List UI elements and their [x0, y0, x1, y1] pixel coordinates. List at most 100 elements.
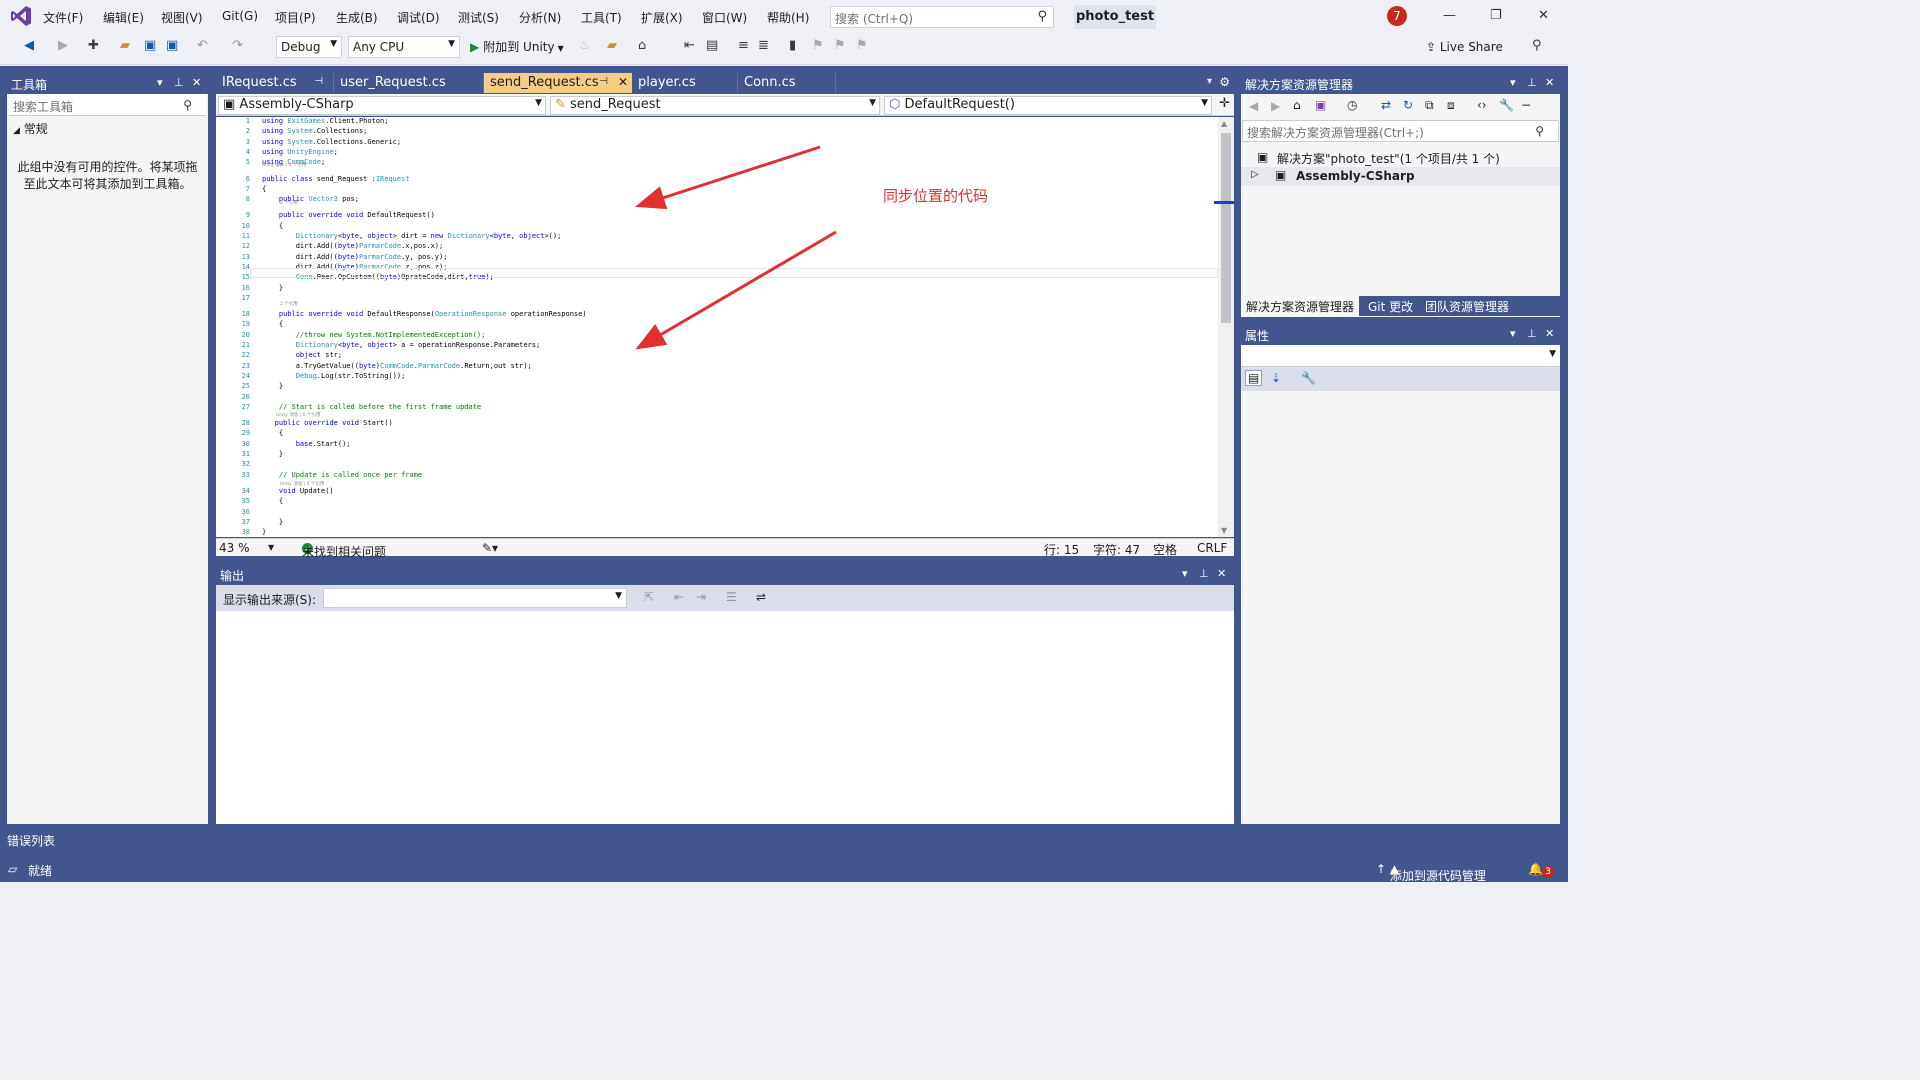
- close-icon[interactable]: ✕: [192, 76, 201, 89]
- live-share-button[interactable]: ⇪ Live Share: [1426, 40, 1503, 54]
- menu-view[interactable]: 视图(V): [161, 9, 203, 26]
- pin-icon[interactable]: ⊥: [1527, 327, 1537, 340]
- pin-icon[interactable]: ⊣: [314, 76, 323, 87]
- scroll-up-icon[interactable]: ▲: [1221, 119, 1227, 128]
- editor-vertical-scrollbar[interactable]: ▲ ▼: [1214, 117, 1234, 537]
- categorized-icon[interactable]: ▤: [1245, 370, 1263, 386]
- tab-conn[interactable]: Conn.cs: [738, 73, 836, 93]
- dropdown-icon[interactable]: ▾: [1182, 567, 1188, 580]
- toolbox-group-general[interactable]: ◢ 常规: [7, 116, 208, 141]
- tab-team-explorer[interactable]: 团队资源管理器: [1420, 296, 1514, 316]
- restore-icon[interactable]: ❐: [1490, 8, 1502, 23]
- chevron-down-icon[interactable]: ▼: [268, 543, 274, 552]
- pin-icon[interactable]: ⊣: [599, 76, 608, 87]
- menu-project[interactable]: 项目(P): [275, 9, 316, 26]
- undo-icon[interactable]: ↶: [197, 38, 208, 53]
- refresh-icon[interactable]: ↻: [1403, 98, 1413, 112]
- alphabetical-icon[interactable]: ⇣: [1271, 371, 1281, 385]
- close-icon[interactable]: ✕: [1545, 76, 1554, 89]
- tab-player[interactable]: player.cs: [632, 73, 738, 93]
- feedback-icon[interactable]: ⚲: [1532, 38, 1542, 53]
- scrollbar-thumb[interactable]: [1221, 133, 1231, 323]
- menu-git[interactable]: Git(G): [222, 9, 258, 23]
- preview-icon[interactable]: −: [1521, 98, 1531, 112]
- notification-bell-icon[interactable]: 🔔: [1528, 862, 1543, 876]
- scroll-down-icon[interactable]: ▼: [1221, 526, 1227, 535]
- switch-views-icon[interactable]: ▣: [1315, 98, 1326, 112]
- close-icon[interactable]: ✕: [1217, 567, 1226, 580]
- menu-debug[interactable]: 调试(D): [397, 9, 440, 26]
- expand-icon[interactable]: ▷: [1251, 169, 1259, 180]
- save-icon[interactable]: ▣: [144, 38, 156, 53]
- line-indicator[interactable]: 行: 15: [1044, 541, 1079, 558]
- split-editor-icon[interactable]: ✛: [1219, 96, 1230, 111]
- dropdown-icon[interactable]: ▾: [1510, 76, 1516, 89]
- clear-all-icon[interactable]: ☰: [726, 590, 737, 604]
- tree-solution-node[interactable]: ▣ 解决方案"photo_test"(1 个项目/共 1 个): [1241, 148, 1560, 167]
- dropdown-icon[interactable]: ▾: [157, 76, 163, 89]
- prev-bookmark-icon[interactable]: ⚑: [812, 38, 824, 53]
- menu-edit[interactable]: 编辑(E): [103, 9, 144, 26]
- dropdown-icon[interactable]: ▾: [1510, 327, 1516, 340]
- tab-git-changes[interactable]: Git 更改: [1363, 296, 1418, 316]
- tab-solution-explorer[interactable]: 解决方案资源管理器: [1241, 296, 1360, 316]
- save-all-icon[interactable]: ▣: [166, 38, 178, 53]
- menu-window[interactable]: 窗口(W): [702, 9, 747, 26]
- sync-icon[interactable]: ⇄: [1381, 98, 1391, 112]
- menu-help[interactable]: 帮助(H): [767, 9, 809, 26]
- outdent-icon[interactable]: ≣: [758, 38, 769, 53]
- output-source-select[interactable]: ▼: [323, 588, 627, 608]
- close-icon[interactable]: ✕: [618, 75, 628, 89]
- properties-icon[interactable]: 🔧: [1499, 98, 1514, 112]
- prev-message-icon[interactable]: ⇤: [674, 590, 684, 604]
- account-notification-badge[interactable]: 7: [1387, 6, 1407, 26]
- platform-select[interactable]: Any CPU ▼: [348, 36, 460, 58]
- hot-reload-icon[interactable]: ♨: [579, 38, 591, 53]
- layout-icon[interactable]: ▤: [706, 38, 718, 53]
- menu-analyze[interactable]: 分析(N): [519, 9, 561, 26]
- properties-object-select[interactable]: ▼: [1241, 345, 1560, 367]
- member-dropdown[interactable]: ⬡ DefaultRequest() ▼: [884, 96, 1212, 115]
- close-icon[interactable]: ✕: [1538, 8, 1549, 23]
- tree-project-node[interactable]: ▷ ▣ Assembly-CSharp: [1241, 167, 1560, 186]
- pin-icon[interactable]: ⊥: [1199, 567, 1209, 580]
- add-source-control-button[interactable]: ↑ 添加到源代码管理 ▲: [1376, 862, 1486, 883]
- line-ending-indicator[interactable]: CRLF: [1197, 541, 1227, 555]
- tab-user-request[interactable]: user_Request.cs: [334, 73, 484, 93]
- bookmark-icon[interactable]: ▮: [789, 38, 796, 53]
- tab-irequest[interactable]: IRequest.cs ⊣: [216, 73, 334, 93]
- home-icon[interactable]: ⌂: [1293, 98, 1301, 112]
- settings-icon[interactable]: ⚙: [1219, 75, 1230, 89]
- clear-bookmarks-icon[interactable]: ⚑: [856, 38, 868, 53]
- word-wrap-icon[interactable]: ⇌: [756, 590, 766, 604]
- error-list-tab[interactable]: 错误列表: [0, 829, 1568, 851]
- back-icon[interactable]: ◀: [24, 38, 34, 53]
- vs-logo-icon[interactable]: [10, 5, 32, 30]
- output-text-area[interactable]: [216, 611, 1234, 824]
- next-message-icon[interactable]: ⇥: [696, 590, 706, 604]
- spacing-indicator[interactable]: 空格: [1153, 541, 1177, 558]
- attach-unity-button[interactable]: ▶ 附加到 Unity ▼: [470, 38, 564, 55]
- tab-send-request[interactable]: send_Request.cs ⊣ ✕: [484, 73, 632, 93]
- char-indicator[interactable]: 字符: 47: [1093, 541, 1140, 558]
- screenshot-icon[interactable]: ⌂: [638, 38, 646, 53]
- view-code-icon[interactable]: ‹›: [1477, 98, 1487, 112]
- collapse-all-icon[interactable]: ⧉: [1425, 98, 1434, 113]
- menu-build[interactable]: 生成(B): [336, 9, 378, 26]
- new-project-icon[interactable]: ✚: [88, 38, 99, 53]
- property-pages-icon[interactable]: 🔧: [1301, 371, 1316, 385]
- menu-extensions[interactable]: 扩展(X): [641, 9, 683, 26]
- step-icon[interactable]: ⇤: [684, 38, 695, 53]
- zoom-level[interactable]: 43 %: [219, 541, 250, 555]
- tab-list-icon[interactable]: ▾: [1207, 76, 1212, 87]
- close-icon[interactable]: ✕: [1545, 327, 1554, 340]
- menu-file[interactable]: 文件(F): [43, 9, 83, 26]
- show-all-files-icon[interactable]: ⧈: [1447, 98, 1455, 113]
- solution-search-input[interactable]: 搜索解决方案资源管理器(Ctrl+;) ⚲: [1242, 120, 1559, 142]
- minimize-icon[interactable]: —: [1443, 8, 1456, 23]
- pin-icon[interactable]: ⊥: [1527, 76, 1537, 89]
- back-icon[interactable]: ◀: [1249, 99, 1258, 113]
- project-dropdown[interactable]: ▣ Assembly-CSharp ▼: [218, 96, 546, 115]
- indent-icon[interactable]: ≡: [738, 38, 749, 53]
- menu-tools[interactable]: 工具(T): [581, 9, 622, 26]
